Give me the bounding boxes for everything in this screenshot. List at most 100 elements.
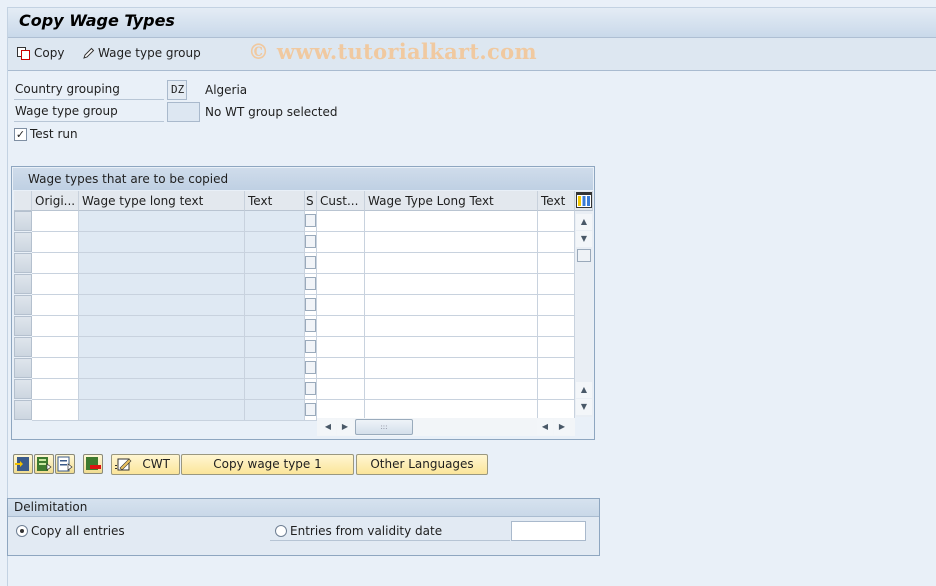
- table-cell[interactable]: [32, 316, 79, 337]
- row-checkbox[interactable]: [305, 298, 316, 311]
- table-cell[interactable]: [305, 400, 317, 421]
- table-cell[interactable]: [245, 337, 305, 358]
- table-cell[interactable]: [305, 337, 317, 358]
- table-cell[interactable]: [32, 253, 79, 274]
- table-cell[interactable]: [79, 337, 245, 358]
- table-cell[interactable]: [245, 253, 305, 274]
- table-cell[interactable]: [305, 232, 317, 253]
- table-cell[interactable]: [538, 253, 575, 274]
- row-selector[interactable]: [14, 253, 32, 273]
- row-checkbox[interactable]: [305, 319, 316, 332]
- table-cell[interactable]: [538, 358, 575, 379]
- table-cell[interactable]: [538, 211, 575, 232]
- table-cell[interactable]: [538, 316, 575, 337]
- insert-row-button[interactable]: [13, 454, 33, 474]
- table-cell[interactable]: [365, 232, 538, 253]
- table-cell[interactable]: [317, 211, 365, 232]
- table-cell[interactable]: [32, 295, 79, 316]
- copy-button[interactable]: Copy: [17, 46, 64, 60]
- column-header-wage-type-long-text[interactable]: Wage type long text: [79, 191, 245, 211]
- table-cell[interactable]: [245, 400, 305, 421]
- hscroll-thumb[interactable]: :::: [355, 419, 413, 435]
- scroll-right-button[interactable]: ▶: [337, 419, 353, 435]
- column-header-s[interactable]: S: [305, 191, 317, 211]
- table-cell[interactable]: [538, 274, 575, 295]
- column-header-original[interactable]: Origi...: [32, 191, 79, 211]
- select-all-rows-corner[interactable]: [14, 191, 32, 211]
- table-cell[interactable]: [245, 232, 305, 253]
- table-cell[interactable]: [79, 253, 245, 274]
- table-cell[interactable]: [305, 211, 317, 232]
- table-cell[interactable]: [245, 379, 305, 400]
- row-selector[interactable]: [14, 211, 32, 231]
- row-selector[interactable]: [14, 337, 32, 357]
- row-checkbox[interactable]: [305, 403, 316, 416]
- row-checkbox[interactable]: [305, 340, 316, 353]
- table-cell[interactable]: [317, 337, 365, 358]
- row-checkbox[interactable]: [305, 277, 316, 290]
- table-cell[interactable]: [317, 295, 365, 316]
- table-cell[interactable]: [317, 274, 365, 295]
- vertical-scrollbar[interactable]: ▲ ▼ ▲ ▼: [575, 211, 593, 417]
- table-cell[interactable]: [32, 274, 79, 295]
- table-cell[interactable]: [538, 337, 575, 358]
- table-cell[interactable]: [79, 358, 245, 379]
- row-checkbox[interactable]: [305, 382, 316, 395]
- table-cell[interactable]: [365, 274, 538, 295]
- table-cell[interactable]: [305, 253, 317, 274]
- table-cell[interactable]: [317, 316, 365, 337]
- table-cell[interactable]: [245, 295, 305, 316]
- table-cell[interactable]: [538, 379, 575, 400]
- row-checkbox[interactable]: [305, 235, 316, 248]
- other-languages-button[interactable]: Other Languages: [356, 454, 488, 475]
- scroll-left-button[interactable]: ◀: [320, 419, 336, 435]
- table-cell[interactable]: [32, 379, 79, 400]
- row-selector[interactable]: [14, 400, 32, 420]
- table-cell[interactable]: [317, 253, 365, 274]
- table-cell[interactable]: [305, 316, 317, 337]
- scroll-down-button[interactable]: ▼: [576, 231, 592, 247]
- wage-type-group-field[interactable]: [167, 102, 200, 122]
- table-cell[interactable]: [32, 232, 79, 253]
- table-cell[interactable]: [245, 316, 305, 337]
- table-cell[interactable]: [538, 232, 575, 253]
- table-cell[interactable]: [305, 358, 317, 379]
- row-selector[interactable]: [14, 232, 32, 252]
- row-selector[interactable]: [14, 295, 32, 315]
- entries-from-validity-date-radio[interactable]: [275, 525, 287, 537]
- scroll-page-down-button[interactable]: ▼: [576, 399, 592, 415]
- column-header-text-2[interactable]: Text: [538, 191, 575, 211]
- copy-all-entries-radio[interactable]: [16, 525, 28, 537]
- table-cell[interactable]: [317, 232, 365, 253]
- table-cell[interactable]: [79, 379, 245, 400]
- deselect-all-button[interactable]: [55, 454, 75, 474]
- scroll-up-button[interactable]: ▲: [576, 214, 592, 230]
- column-header-text[interactable]: Text: [245, 191, 305, 211]
- table-cell[interactable]: [317, 379, 365, 400]
- row-selector[interactable]: [14, 358, 32, 378]
- validity-date-input[interactable]: [511, 521, 586, 541]
- table-cell[interactable]: [79, 232, 245, 253]
- wage-type-group-button[interactable]: Wage type group: [82, 46, 201, 60]
- table-cell[interactable]: [365, 358, 538, 379]
- table-cell[interactable]: [245, 274, 305, 295]
- column-header-wage-type-long-text-2[interactable]: Wage Type Long Text: [365, 191, 538, 211]
- horizontal-scrollbar[interactable]: ◀ ▶ ::: ◀ ▶: [317, 418, 575, 436]
- row-checkbox[interactable]: [305, 256, 316, 269]
- row-selector[interactable]: [14, 316, 32, 336]
- column-header-customer[interactable]: Cust...: [317, 191, 365, 211]
- delete-row-button[interactable]: [83, 454, 103, 474]
- table-cell[interactable]: [245, 211, 305, 232]
- table-cell[interactable]: [79, 400, 245, 421]
- scroll-page-up-button[interactable]: ▲: [576, 382, 592, 398]
- table-cell[interactable]: [32, 358, 79, 379]
- table-cell[interactable]: [79, 274, 245, 295]
- table-cell[interactable]: [365, 316, 538, 337]
- row-selector[interactable]: [14, 379, 32, 399]
- table-cell[interactable]: [79, 211, 245, 232]
- test-run-checkbox[interactable]: ✓: [14, 128, 27, 141]
- table-cell[interactable]: [245, 358, 305, 379]
- table-cell[interactable]: [365, 211, 538, 232]
- row-checkbox[interactable]: [305, 361, 316, 374]
- row-selector[interactable]: [14, 274, 32, 294]
